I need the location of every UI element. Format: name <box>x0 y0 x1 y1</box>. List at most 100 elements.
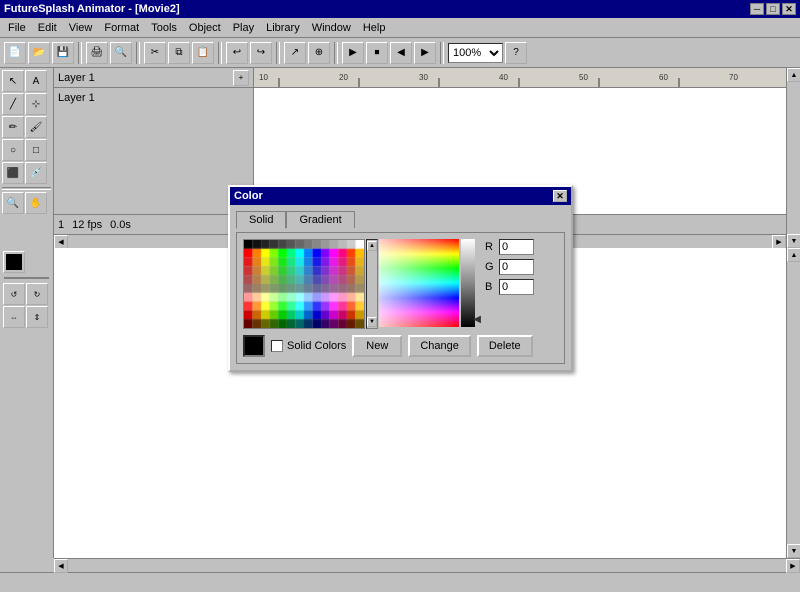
dialog-close-button[interactable]: ✕ <box>553 190 567 202</box>
palette-scroll-track <box>367 252 377 316</box>
anchor-tool[interactable]: ⊹ <box>25 93 47 115</box>
zoom-tool-button[interactable]: ⊕ <box>308 42 330 64</box>
flip-v-btn[interactable]: ⇕ <box>26 306 48 328</box>
menu-play[interactable]: Play <box>227 20 260 36</box>
print-button[interactable]: 🖨 <box>86 42 108 64</box>
flip-h-btn[interactable]: ⇔ <box>3 306 25 328</box>
oval-tool[interactable]: ○ <box>2 139 24 161</box>
canvas-v-scrollbar[interactable]: ▲ ▼ <box>786 248 800 558</box>
rotate-left-btn[interactable]: ↺ <box>3 283 25 305</box>
dialog-tabs: Solid Gradient <box>236 211 565 228</box>
text-tool[interactable]: A <box>25 70 47 92</box>
g-input[interactable] <box>499 259 534 275</box>
open-button[interactable]: 📂 <box>28 42 50 64</box>
canvas-h-scrollbar[interactable]: ◀ ▶ <box>54 558 800 572</box>
r-label: R <box>485 241 495 253</box>
scroll-right-arrow[interactable]: ▶ <box>772 235 786 249</box>
next-frame-button[interactable]: ▶ <box>414 42 436 64</box>
timeline-content-row: Layer 1 <box>54 88 786 108</box>
palette-scroll-down-btn[interactable]: ▼ <box>367 317 377 327</box>
paste-button[interactable]: 📋 <box>192 42 214 64</box>
print-preview-button[interactable]: 🔍 <box>110 42 132 64</box>
tool-row-extra: ↺ ↻ <box>3 283 50 305</box>
tab-solid[interactable]: Solid <box>236 211 286 229</box>
canvas-scroll-down[interactable]: ▼ <box>787 544 800 558</box>
menu-format[interactable]: Format <box>98 20 145 36</box>
copy-button[interactable]: ⧉ <box>168 42 190 64</box>
maximize-button[interactable]: □ <box>766 3 780 15</box>
menu-edit[interactable]: Edit <box>32 20 63 36</box>
play-button[interactable]: ▶ <box>342 42 364 64</box>
pen-tool[interactable]: ✏ <box>2 116 24 138</box>
dialog-title-text: Color <box>234 190 263 202</box>
delete-button[interactable]: Delete <box>477 335 533 357</box>
change-button[interactable]: Change <box>408 335 471 357</box>
layer-label: Layer 1 <box>58 72 95 84</box>
zoom-select[interactable]: 100% 50% 200% <box>448 43 503 63</box>
layer-1-cell: Layer 1 <box>54 88 254 108</box>
select-tool[interactable]: ↖ <box>2 70 24 92</box>
b-input[interactable] <box>499 279 534 295</box>
prev-frame-button[interactable]: ◀ <box>390 42 412 64</box>
stop-button[interactable]: ⏹ <box>366 42 388 64</box>
frames-cell <box>254 88 786 108</box>
add-layer-button[interactable]: + <box>233 70 249 86</box>
frame-number: 1 <box>58 219 64 231</box>
timeline-v-scrollbar[interactable]: ▲ ▼ <box>786 68 800 248</box>
save-button[interactable]: 💾 <box>52 42 74 64</box>
svg-text:10: 10 <box>259 73 268 82</box>
timeline-scroll-track <box>787 82 800 234</box>
redo-button[interactable]: ↪ <box>250 42 272 64</box>
timeline-header-row: Layer 1 + 10 20 30 40 50 <box>54 68 786 88</box>
tool-row-3: ✏ 🖌 <box>2 116 51 138</box>
color-grid-canvas[interactable] <box>243 239 365 329</box>
undo-button[interactable]: ↩ <box>226 42 248 64</box>
timeline-ruler: 10 20 30 40 50 60 70 <box>254 68 786 87</box>
menu-window[interactable]: Window <box>306 20 357 36</box>
r-input[interactable] <box>499 239 534 255</box>
menu-view[interactable]: View <box>63 20 99 36</box>
timeline-scroll-up[interactable]: ▲ <box>787 68 800 82</box>
zoom-in-tool[interactable]: 🔍 <box>2 192 24 214</box>
menu-library[interactable]: Library <box>260 20 306 36</box>
hand-tool[interactable]: ✋ <box>25 192 47 214</box>
color-dialog[interactable]: Color ✕ Solid Gradient ▲ <box>228 185 573 372</box>
menu-help[interactable]: Help <box>357 20 392 36</box>
close-button[interactable]: ✕ <box>782 3 796 15</box>
new-button[interactable]: New <box>352 335 402 357</box>
r-row: R <box>485 239 534 255</box>
palette-scrollbar[interactable]: ▲ ▼ <box>366 239 378 329</box>
menu-file[interactable]: File <box>2 20 32 36</box>
g-label: G <box>485 261 495 273</box>
gradient-picker-canvas[interactable] <box>379 239 459 327</box>
canvas-scroll-left[interactable]: ◀ <box>54 559 68 573</box>
rotate-right-btn[interactable]: ↻ <box>26 283 48 305</box>
help-button[interactable]: ? <box>505 42 527 64</box>
tab-gradient[interactable]: Gradient <box>286 211 354 228</box>
cut-button[interactable]: ✂ <box>144 42 166 64</box>
menu-tools[interactable]: Tools <box>145 20 183 36</box>
selected-color-preview <box>243 335 265 357</box>
tool-divider-2 <box>4 277 49 279</box>
minimize-button[interactable]: ─ <box>750 3 764 15</box>
palette-scroll-up-btn[interactable]: ▲ <box>367 241 377 251</box>
rect-tool[interactable]: □ <box>25 139 47 161</box>
canvas-scroll-right[interactable]: ▶ <box>786 559 800 573</box>
toolbox: ↖ A ╱ ⊹ ✏ 🖌 ○ □ ⬛ 💉 🔍 ✋ <box>0 68 54 248</box>
paint-tool[interactable]: 🖌 <box>25 116 47 138</box>
toolbar-separator-1 <box>78 42 82 64</box>
arrow-tool-button[interactable]: ↗ <box>284 42 306 64</box>
solid-colors-checkbox[interactable] <box>271 340 283 352</box>
eyedropper-tool[interactable]: 💉 <box>25 162 47 184</box>
tool-options: ↺ ↻ ⇔ ⇕ <box>0 248 53 331</box>
line-tool[interactable]: ╱ <box>2 93 24 115</box>
menu-object[interactable]: Object <box>183 20 227 36</box>
stroke-color-btn[interactable] <box>3 251 25 273</box>
new-file-button[interactable]: 📄 <box>4 42 26 64</box>
scroll-left-arrow[interactable]: ◀ <box>54 235 68 249</box>
canvas-h-track[interactable] <box>68 559 786 572</box>
canvas-scroll-up[interactable]: ▲ <box>787 248 800 262</box>
timeline-scroll-down[interactable]: ▼ <box>787 234 800 248</box>
fill-tool[interactable]: ⬛ <box>2 162 24 184</box>
left-tool-bottom: ↺ ↻ ⇔ ⇕ <box>0 248 54 558</box>
